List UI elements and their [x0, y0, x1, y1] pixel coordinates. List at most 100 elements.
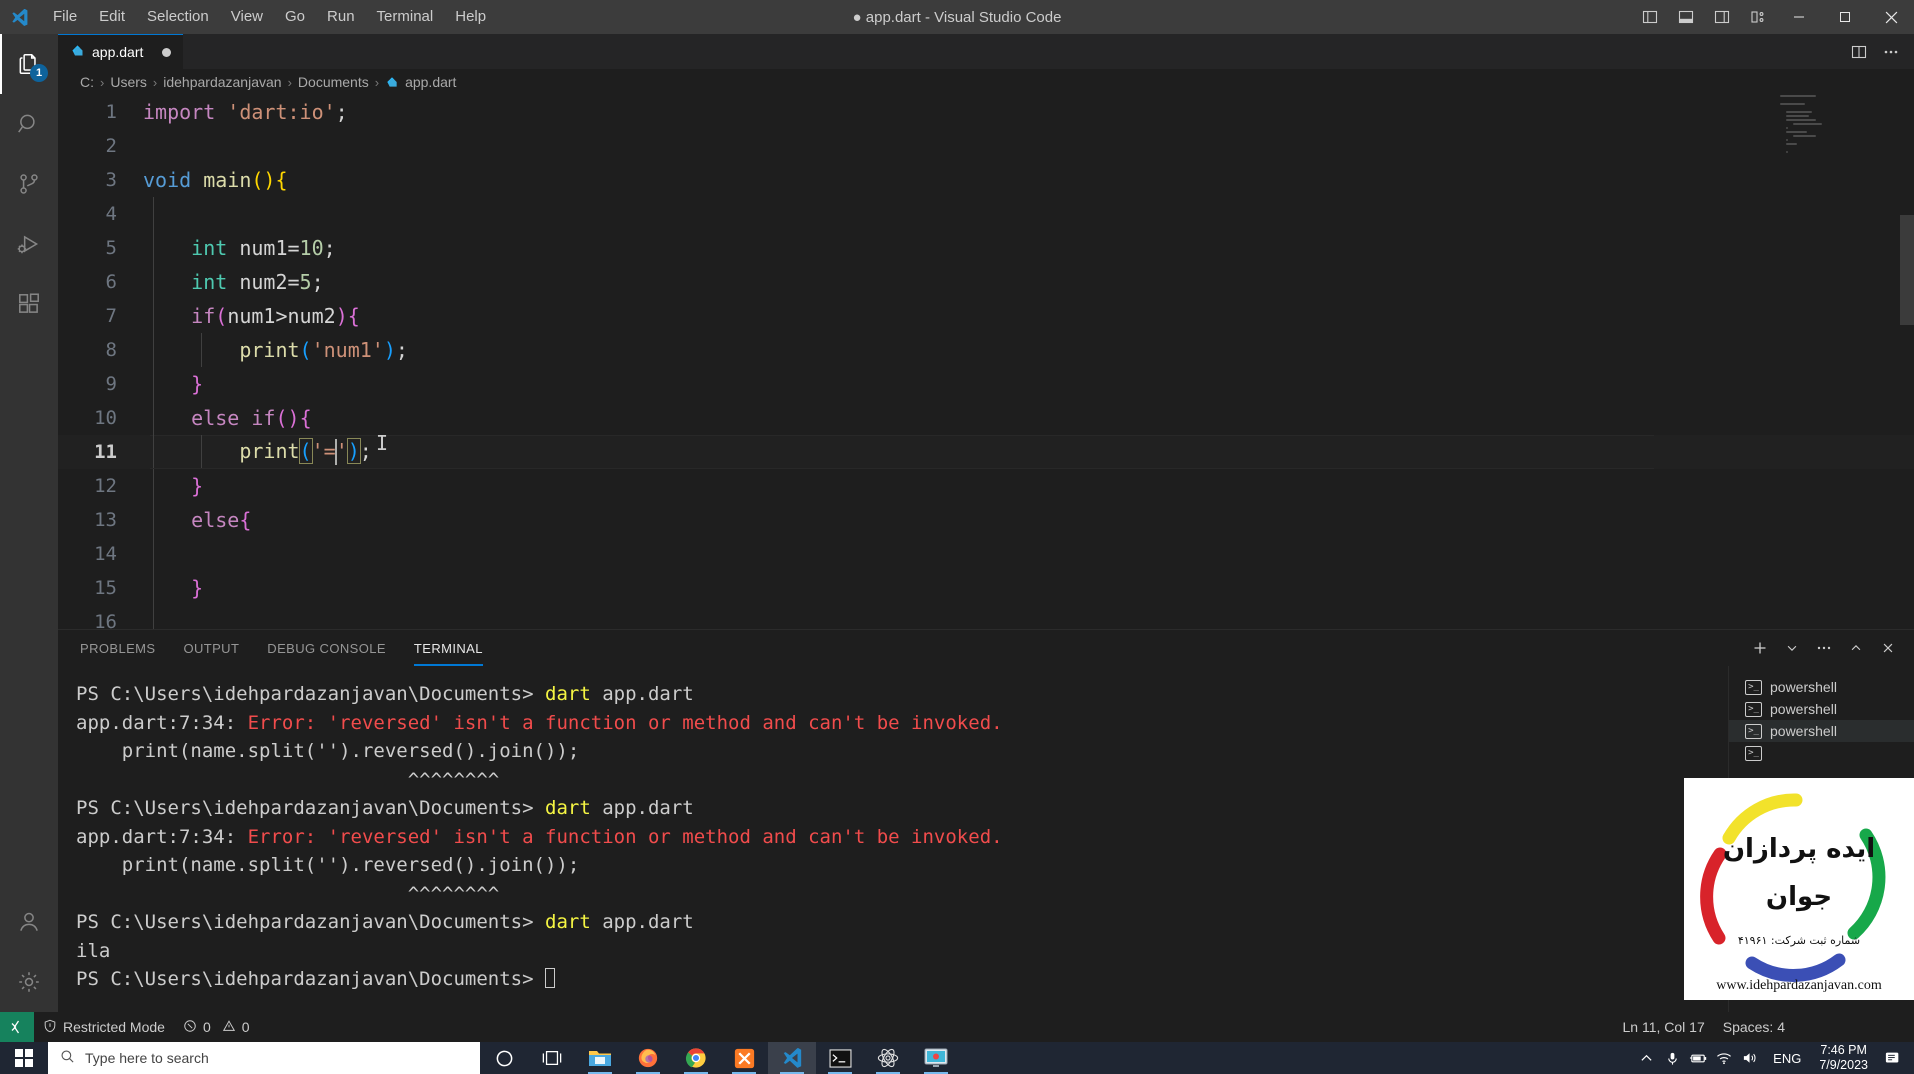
terminal-list-item[interactable]: >_powershell — [1729, 720, 1914, 742]
windows-start-icon[interactable] — [0, 1042, 48, 1074]
electron-icon[interactable] — [864, 1042, 912, 1074]
wifi-icon[interactable] — [1711, 1042, 1737, 1074]
sidebar-item-run-and-debug[interactable] — [0, 214, 58, 274]
code-text[interactable]: print('num1'); — [143, 338, 408, 362]
sidebar-item-explorer[interactable]: 1 — [0, 34, 58, 94]
terminal-icon[interactable] — [816, 1042, 864, 1074]
menu-edit[interactable]: Edit — [88, 4, 136, 30]
notifications-icon[interactable] — [1876, 1042, 1910, 1074]
cortana-icon[interactable] — [480, 1042, 528, 1074]
taskbar-search-input[interactable]: Type here to search — [48, 1042, 480, 1074]
toggle-primary-sidebar-icon[interactable] — [1632, 0, 1668, 34]
status-cursor-position[interactable]: Ln 11, Col 17 — [1613, 1012, 1713, 1042]
code-line[interactable]: 11 print('='); — [58, 435, 1914, 469]
menu-file[interactable]: File — [42, 4, 88, 30]
tab-terminal[interactable]: TERMINAL — [414, 630, 483, 666]
code-text[interactable]: int num2=5; — [143, 270, 324, 294]
sidebar-item-source-control[interactable] — [0, 154, 58, 214]
screen-recorder-icon[interactable] — [912, 1042, 960, 1074]
code-text[interactable]: print('='); — [143, 439, 372, 466]
code-line[interactable]: 13 else{ — [58, 503, 1914, 537]
toggle-secondary-sidebar-icon[interactable] — [1704, 0, 1740, 34]
more-actions-icon[interactable] — [1876, 36, 1906, 68]
menu-help[interactable]: Help — [444, 4, 497, 30]
accounts-icon[interactable] — [0, 892, 58, 952]
taskbar-clock[interactable]: 7:46 PM 7/9/2023 — [1811, 1043, 1876, 1073]
code-line[interactable]: 14 — [58, 537, 1914, 571]
sidebar-item-extensions[interactable] — [0, 274, 58, 334]
terminal-dropdown-icon[interactable] — [1778, 634, 1806, 662]
menu-terminal[interactable]: Terminal — [366, 4, 445, 30]
xampp-icon[interactable] — [720, 1042, 768, 1074]
code-text[interactable]: else{ — [143, 508, 251, 532]
breadcrumb-part-1[interactable]: Users — [110, 74, 147, 90]
status-indentation[interactable]: Spaces: 4 — [1714, 1012, 1794, 1042]
breadcrumb-part-3[interactable]: Documents — [298, 74, 369, 90]
status-encoding[interactable] — [1794, 1012, 1914, 1042]
code-lines[interactable]: 1import 'dart:io';23void main(){45 int n… — [58, 95, 1914, 629]
close-panel-icon[interactable] — [1874, 634, 1902, 662]
terminal-list-item[interactable]: >_ — [1729, 742, 1914, 764]
code-line[interactable]: 12 } — [58, 469, 1914, 503]
gear-icon[interactable] — [0, 952, 58, 1012]
status-problems[interactable]: 0 0 — [174, 1012, 259, 1042]
minimap[interactable] — [1780, 95, 1900, 629]
tab-debug-console[interactable]: DEBUG CONSOLE — [267, 630, 386, 666]
code-line[interactable]: 15 } — [58, 571, 1914, 605]
menu-selection[interactable]: Selection — [136, 4, 220, 30]
split-editor-icon[interactable] — [1844, 36, 1874, 68]
maximize-panel-icon[interactable] — [1842, 634, 1870, 662]
customize-layout-icon[interactable] — [1740, 0, 1776, 34]
maximize-button[interactable] — [1822, 0, 1868, 34]
close-button[interactable] — [1868, 0, 1914, 34]
toggle-panel-icon[interactable] — [1668, 0, 1704, 34]
code-line[interactable]: 10 else if(){ — [58, 401, 1914, 435]
breadcrumb-part-2[interactable]: idehpardazanjavan — [163, 74, 281, 90]
task-view-icon[interactable] — [528, 1042, 576, 1074]
new-terminal-icon[interactable] — [1746, 634, 1774, 662]
code-line[interactable]: 16 — [58, 605, 1914, 629]
menu-go[interactable]: Go — [274, 4, 316, 30]
code-line[interactable]: 9 } — [58, 367, 1914, 401]
battery-icon[interactable] — [1685, 1042, 1711, 1074]
chrome-icon[interactable] — [672, 1042, 720, 1074]
breadcrumb-part-4[interactable]: app.dart — [405, 74, 456, 90]
tab-app-dart[interactable]: app.dart — [58, 34, 183, 69]
microphone-icon[interactable] — [1659, 1042, 1685, 1074]
firefox-icon[interactable] — [624, 1042, 672, 1074]
code-line[interactable]: 4 — [58, 197, 1914, 231]
keyboard-language[interactable]: ENG — [1763, 1051, 1811, 1066]
code-line[interactable]: 3void main(){ — [58, 163, 1914, 197]
minimize-button[interactable] — [1776, 0, 1822, 34]
code-line[interactable]: 2 — [58, 129, 1914, 163]
code-line[interactable]: 1import 'dart:io'; — [58, 95, 1914, 129]
breadcrumb-part-0[interactable]: C: — [80, 74, 94, 90]
remote-window-icon[interactable] — [0, 1012, 34, 1042]
more-actions-icon[interactable] — [1810, 634, 1838, 662]
code-line[interactable]: 6 int num2=5; — [58, 265, 1914, 299]
vscode-icon[interactable] — [768, 1042, 816, 1074]
code-line[interactable]: 7 if(num1>num2){ — [58, 299, 1914, 333]
code-text[interactable]: int num1=10; — [143, 236, 336, 260]
tab-output[interactable]: OUTPUT — [183, 630, 239, 666]
code-text[interactable]: if(num1>num2){ — [143, 304, 360, 328]
code-text[interactable]: void main(){ — [143, 168, 288, 192]
unsaved-indicator-icon[interactable] — [162, 48, 171, 57]
code-line[interactable]: 5 int num1=10; — [58, 231, 1914, 265]
tab-problems[interactable]: PROBLEMS — [80, 630, 155, 666]
editor-scrollbar[interactable] — [1900, 215, 1914, 325]
terminal-list-item[interactable]: >_powershell — [1729, 698, 1914, 720]
code-text[interactable]: import 'dart:io'; — [143, 100, 348, 124]
menu-run[interactable]: Run — [316, 4, 366, 30]
show-hidden-icons[interactable] — [1633, 1042, 1659, 1074]
code-text[interactable]: else if(){ — [143, 406, 312, 430]
status-restricted-mode[interactable]: Restricted Mode — [34, 1012, 174, 1042]
terminal-list-item[interactable]: >_powershell — [1729, 676, 1914, 698]
file-explorer-icon[interactable] — [576, 1042, 624, 1074]
sidebar-item-search[interactable] — [0, 94, 58, 154]
terminal-output[interactable]: PS C:\Users\idehpardazanjavan\Documents>… — [58, 666, 1728, 1013]
volume-icon[interactable] — [1737, 1042, 1763, 1074]
code-line[interactable]: 8 print('num1'); — [58, 333, 1914, 367]
menu-view[interactable]: View — [220, 4, 274, 30]
code-editor[interactable]: 1import 'dart:io';23void main(){45 int n… — [58, 95, 1914, 629]
